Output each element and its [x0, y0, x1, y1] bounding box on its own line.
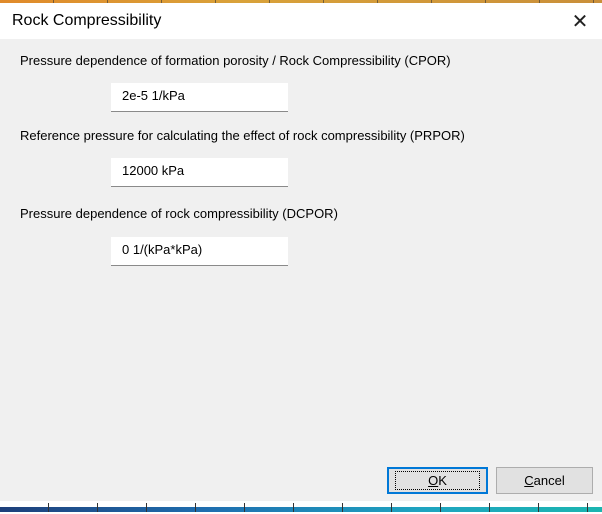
ok-button[interactable]: OK — [387, 467, 488, 494]
ok-mnemonic: O — [428, 473, 439, 488]
ok-focus-rect: OK — [395, 471, 480, 490]
cancel-button[interactable]: Cancel — [496, 467, 593, 494]
dcpor-field[interactable]: 0 1/(kPa*kPa) — [111, 237, 288, 266]
close-icon[interactable]: ✕ — [558, 3, 602, 39]
cancel-label-rest: ancel — [533, 473, 565, 488]
dcpor-label: Pressure dependence of rock compressibil… — [20, 206, 338, 221]
dialog-title: Rock Compressibility — [12, 12, 162, 29]
prpor-field[interactable]: 12000 kPa — [111, 158, 288, 187]
rock-compressibility-dialog: Rock Compressibility ✕ Pressure dependen… — [0, 3, 602, 501]
background-bottom-ticks — [0, 503, 602, 512]
prpor-label: Reference pressure for calculating the e… — [20, 128, 465, 143]
ok-label-rest: K — [438, 473, 447, 488]
title-bar: Rock Compressibility ✕ — [0, 3, 602, 39]
cpor-label: Pressure dependence of formation porosit… — [20, 53, 451, 68]
cancel-mnemonic: C — [524, 473, 534, 488]
cpor-field[interactable]: 2e-5 1/kPa — [111, 83, 288, 112]
